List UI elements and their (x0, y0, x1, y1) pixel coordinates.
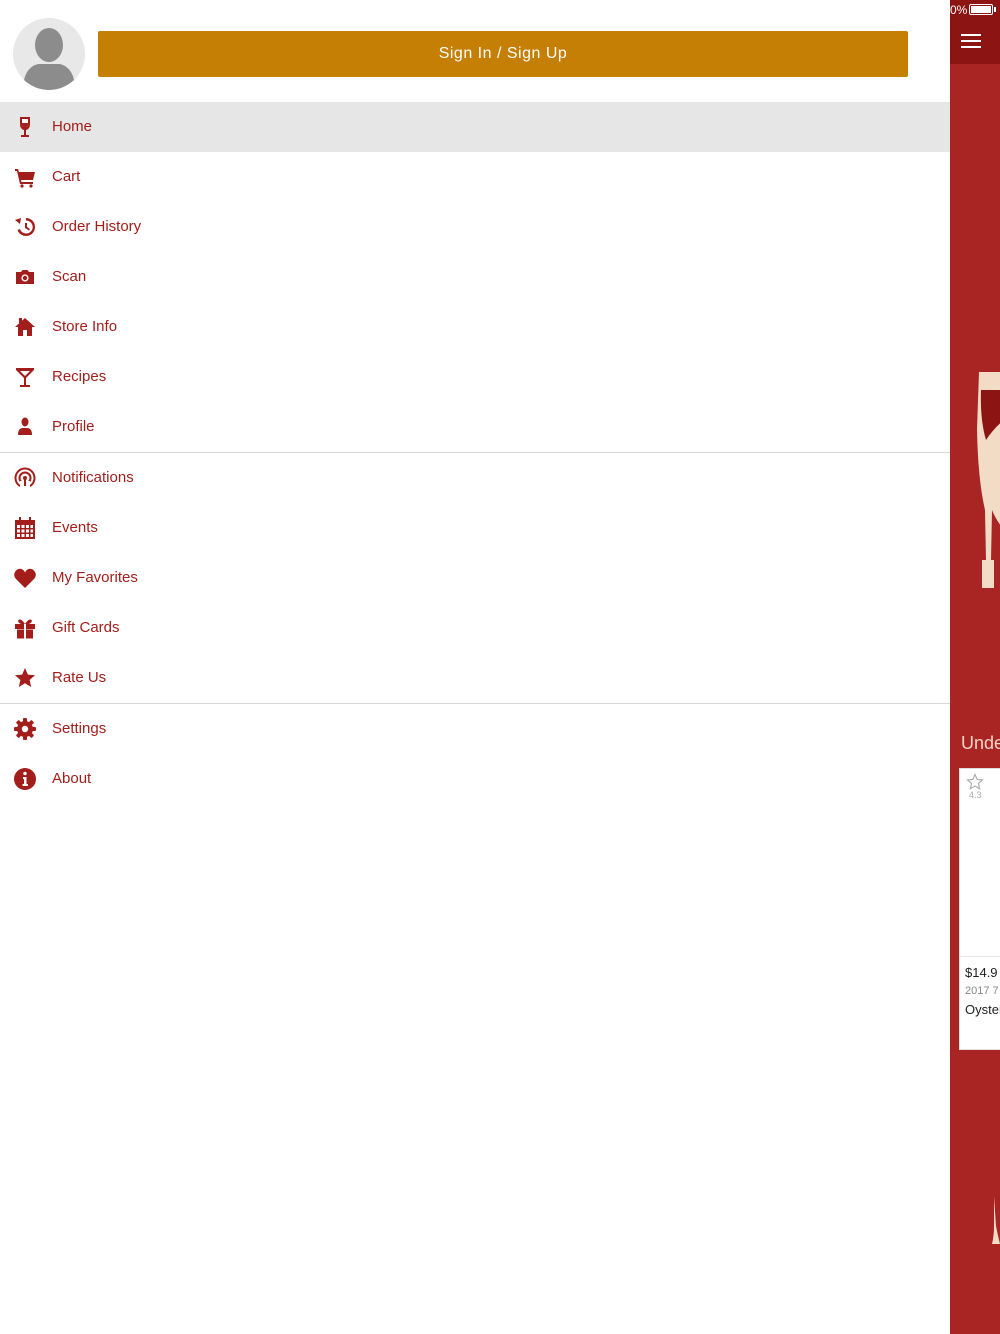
cocktail-icon (12, 365, 38, 389)
product-name: Oyster (965, 1002, 1000, 1017)
menu-item-label: Settings (52, 720, 107, 737)
gift-icon (12, 616, 38, 640)
menu-item-about[interactable]: About (0, 754, 950, 804)
menu-item-home[interactable]: Home (0, 102, 950, 152)
drawer-menu: Home Cart Order History Scan Store Info (0, 102, 950, 804)
menu-item-settings[interactable]: Settings (0, 704, 950, 754)
user-placeholder-icon (13, 18, 85, 90)
sign-in-sign-up-button[interactable]: Sign In / Sign Up (98, 31, 908, 77)
menu-item-events[interactable]: Events (0, 503, 950, 553)
person-icon (12, 415, 38, 439)
product-card[interactable]: 4.3 $14.9 2017 7 Oyster (959, 768, 1000, 1050)
menu-item-label: Rate Us (52, 669, 107, 686)
background-page: 0% Unde 4.3 $14.9 2017 7 Oyster (950, 0, 1000, 1334)
menu-item-label: Cart (52, 168, 81, 185)
menu-item-profile[interactable]: Profile (0, 402, 950, 452)
menu-item-gift-cards[interactable]: Gift Cards (0, 603, 950, 653)
menu-item-label: Order History (52, 218, 142, 235)
navigation-drawer: Sign In / Sign Up Home Cart Order Histor… (0, 0, 950, 1334)
cart-icon (12, 165, 38, 189)
store-icon (12, 315, 38, 339)
history-icon (12, 215, 38, 239)
avatar[interactable] (13, 18, 85, 90)
section-title: Unde (961, 733, 1000, 753)
menu-item-label: Events (52, 519, 98, 536)
calendar-icon (12, 516, 38, 540)
menu-item-store-info[interactable]: Store Info (0, 302, 950, 352)
drawer-header: Sign In / Sign Up (0, 0, 950, 102)
menu-item-label: Profile (52, 418, 95, 435)
menu-item-label: Store Info (52, 318, 118, 335)
menu-item-notifications[interactable]: Notifications (0, 453, 950, 503)
product-vintage: 2017 7 (965, 985, 999, 997)
star-outline-icon[interactable] (966, 773, 984, 791)
product-price: $14.9 (965, 965, 998, 980)
camera-icon (12, 265, 38, 289)
broadcast-icon (12, 466, 38, 490)
menu-item-label: Home (52, 118, 93, 135)
menu-item-label: Scan (52, 268, 87, 285)
star-icon (12, 666, 38, 690)
gear-icon (12, 717, 38, 741)
info-icon (12, 767, 38, 791)
hamburger-menu-icon[interactable] (961, 34, 981, 50)
menu-item-cart[interactable]: Cart (0, 152, 950, 202)
menu-item-rate-us[interactable]: Rate Us (0, 653, 950, 703)
battery-percent: 0% (950, 3, 968, 17)
menu-item-scan[interactable]: Scan (0, 252, 950, 302)
menu-item-label: Recipes (52, 368, 107, 385)
menu-item-label: My Favorites (52, 569, 138, 586)
menu-item-order-history[interactable]: Order History (0, 202, 950, 252)
glass-illustration (992, 1196, 1000, 1244)
menu-item-my-favorites[interactable]: My Favorites (0, 553, 950, 603)
wine-glass-icon (12, 115, 38, 139)
menu-item-label: Gift Cards (52, 619, 120, 636)
app-toolbar: 0% (950, 0, 1000, 64)
menu-item-label: Notifications (52, 469, 134, 486)
menu-item-label: About (52, 770, 92, 787)
heart-icon (12, 566, 38, 590)
wine-glass-illustration (977, 372, 1000, 588)
battery-icon (969, 4, 993, 15)
product-rating: 4.3 (969, 790, 982, 800)
menu-item-recipes[interactable]: Recipes (0, 352, 950, 402)
